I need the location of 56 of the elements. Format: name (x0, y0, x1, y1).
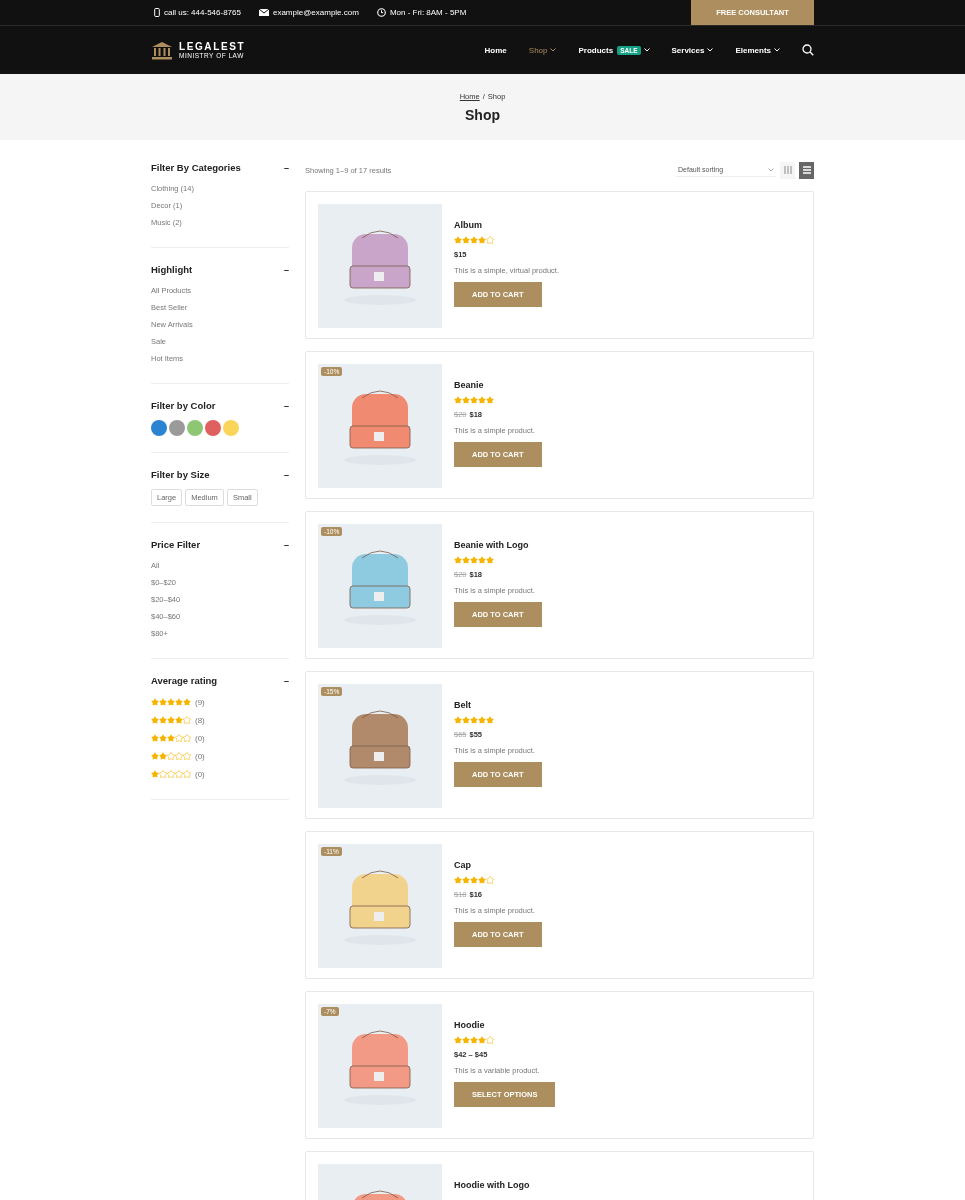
nav-link[interactable]: Home (484, 45, 507, 55)
star-rating[interactable] (151, 716, 191, 724)
filter-heading: Price Filter (151, 539, 201, 550)
star-rating[interactable] (151, 752, 191, 760)
product-name[interactable]: Album (454, 220, 482, 230)
grid-icon (783, 166, 792, 174)
phone-number: call us: 444-546-8765 (164, 8, 241, 17)
product-name[interactable]: Belt (454, 700, 471, 710)
product-name[interactable]: Beanie (454, 380, 484, 390)
office-hours: Mon - Fri: 8AM - 5PM (389, 8, 467, 17)
collapse-toggle[interactable]: – (284, 469, 289, 480)
clock-icon (376, 8, 386, 17)
color-swatch[interactable] (223, 420, 239, 436)
page-title: Shop (465, 106, 500, 123)
color-swatch[interactable] (205, 420, 221, 436)
color-swatch[interactable] (187, 420, 203, 436)
chevron-icon (768, 167, 774, 172)
filter-heading: Highlight (151, 264, 193, 275)
collapse-toggle[interactable]: – (284, 539, 289, 550)
filter-heading: Average rating (151, 675, 218, 686)
star-rating[interactable] (151, 734, 191, 742)
filter-heading: Filter by Size (151, 469, 210, 480)
color-swatch[interactable] (169, 420, 185, 436)
filter-heading: Filter By Categories (151, 162, 241, 173)
star-rating[interactable] (151, 770, 191, 778)
collapse-toggle[interactable]: – (284, 162, 289, 173)
collapse-toggle[interactable]: – (284, 675, 289, 686)
logo-title[interactable]: LEGALEST (179, 41, 246, 52)
envelope-icon (258, 9, 269, 16)
chevron-icon (643, 48, 650, 52)
product-name[interactable]: Cap (454, 860, 471, 870)
chevron-icon (774, 48, 780, 52)
chevron-icon (707, 48, 714, 52)
star-rating[interactable] (151, 698, 191, 706)
nav-link[interactable]: Elements (735, 45, 780, 55)
phone-icon (154, 8, 160, 17)
collapse-toggle[interactable]: – (284, 264, 289, 275)
product-name[interactable]: Hoodie with Logo (454, 1180, 530, 1190)
filter-heading: Filter by Color (151, 400, 216, 411)
rating-count: (0) (195, 733, 205, 743)
rating-count: (9) (195, 697, 205, 707)
product-name[interactable]: Beanie with Logo (454, 540, 529, 550)
nav-link[interactable]: Shop (528, 45, 557, 55)
rating-count: (8) (195, 715, 205, 725)
nav-link[interactable]: Services (671, 45, 714, 55)
product-name[interactable]: Hoodie (454, 1020, 485, 1030)
search-icon[interactable] (802, 44, 814, 56)
rating-count: (0) (195, 751, 205, 761)
courthouse-icon (151, 40, 173, 60)
collapse-toggle[interactable]: – (284, 400, 289, 411)
list-icon (802, 166, 811, 174)
color-swatch[interactable] (151, 420, 167, 436)
chevron-icon (550, 48, 557, 52)
rating-count: (0) (195, 769, 205, 779)
list-view-button[interactable] (799, 161, 814, 179)
email-link[interactable]: example@example.com (272, 8, 359, 17)
